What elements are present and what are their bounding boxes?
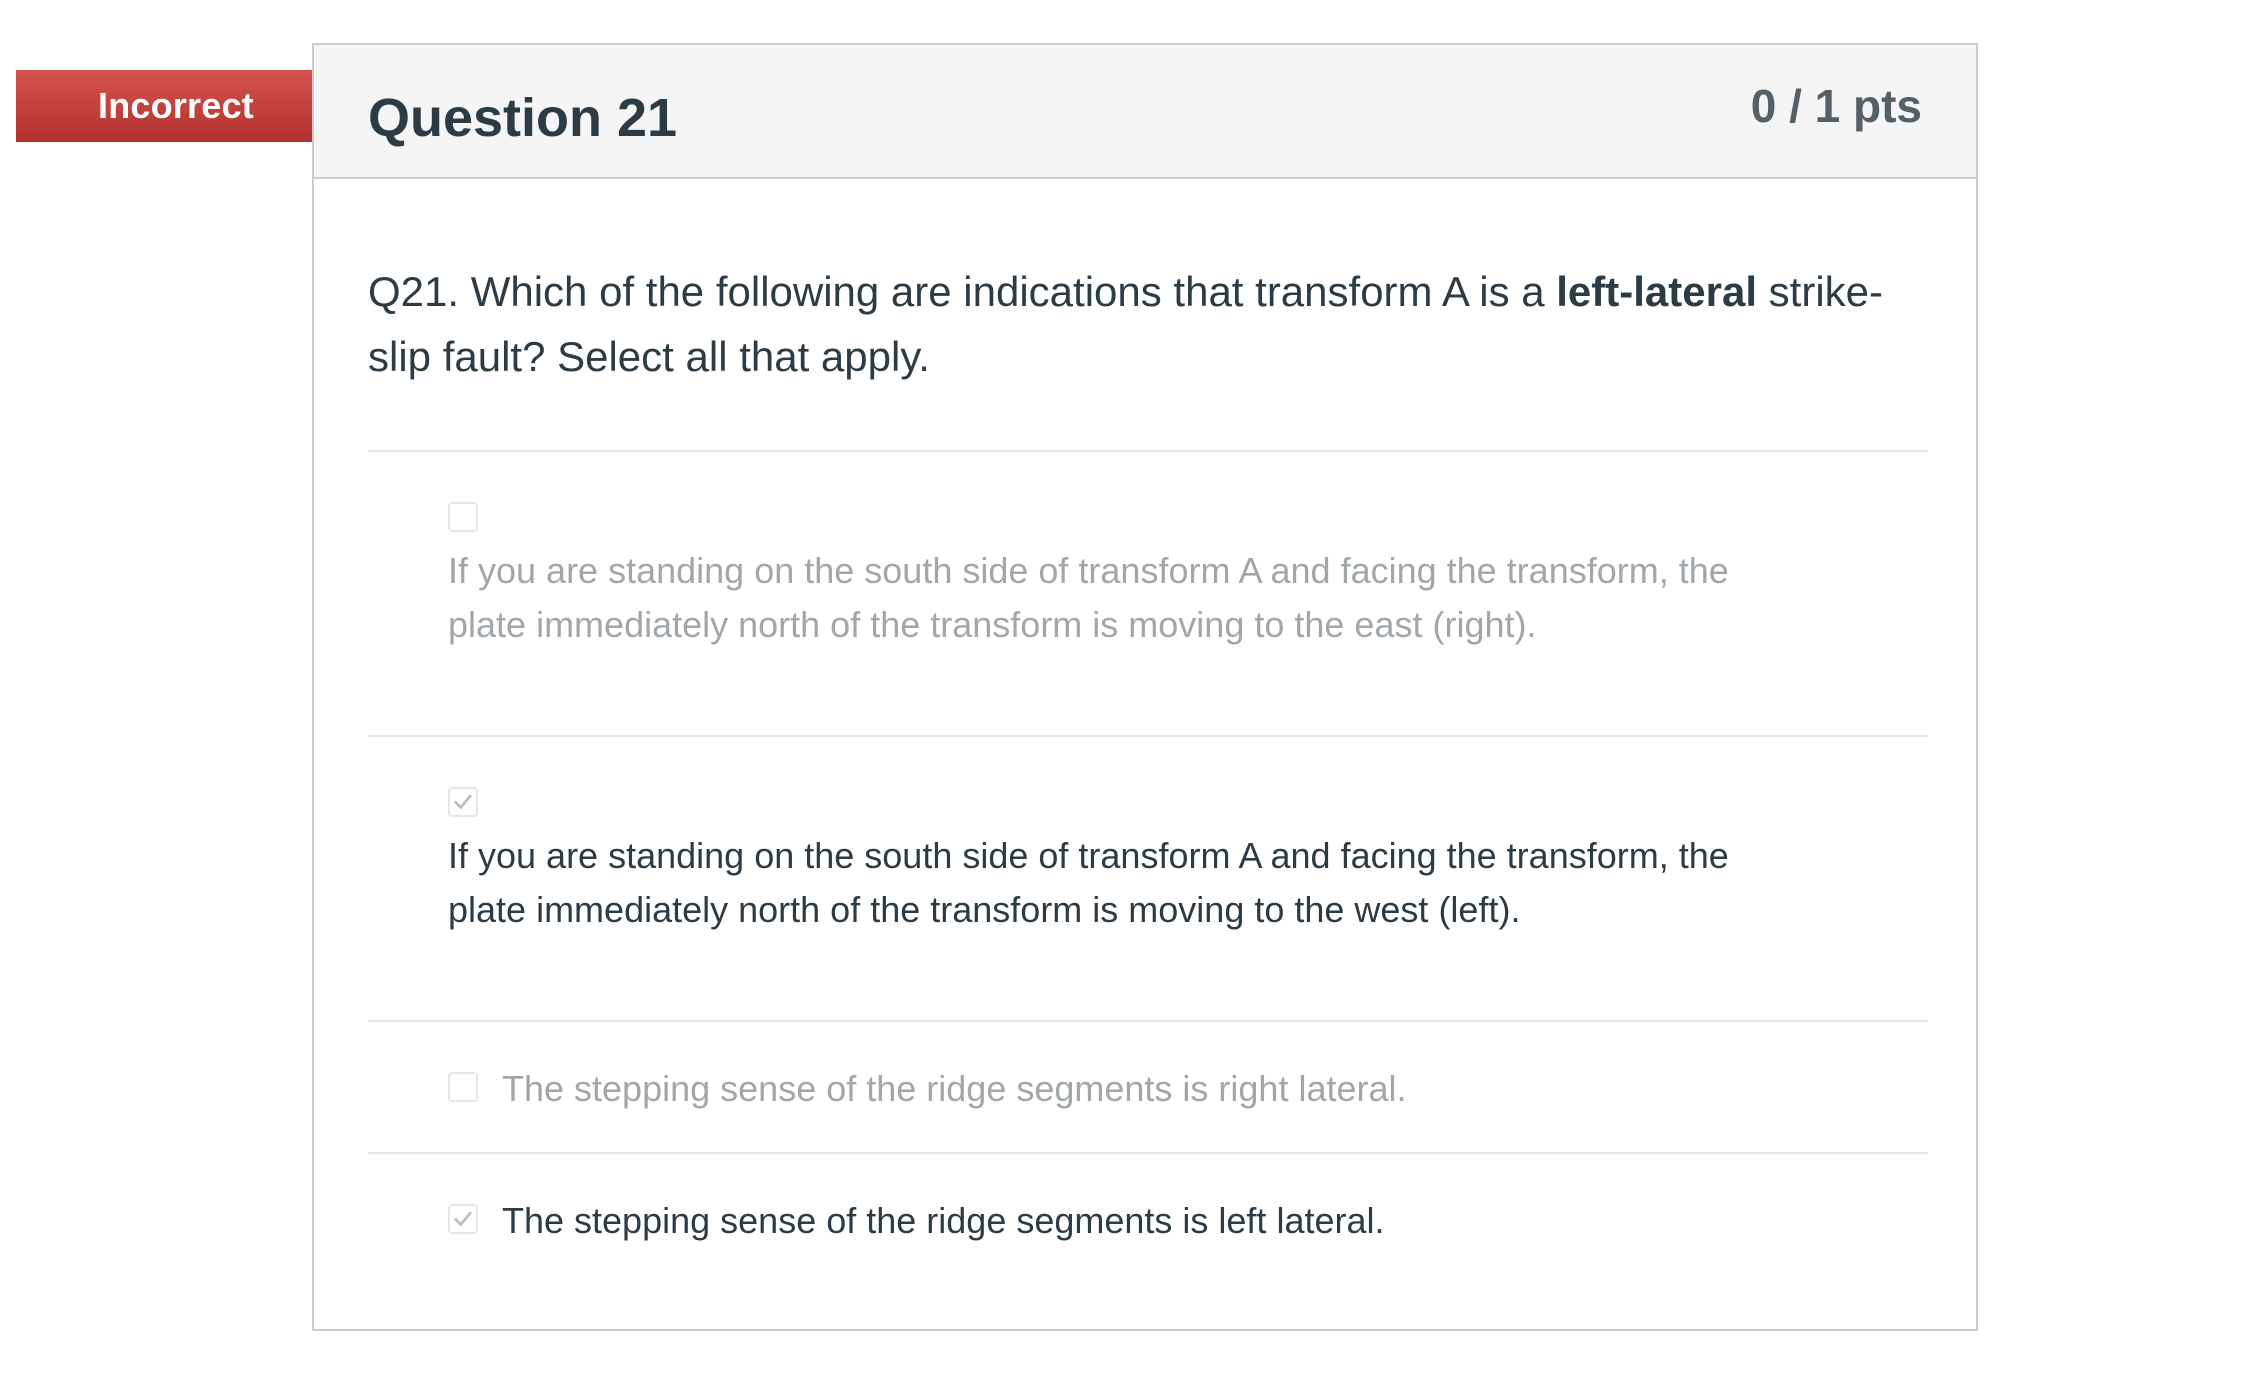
- answer-option-3[interactable]: The stepping sense of the ridge segments…: [368, 1020, 1928, 1152]
- answer-option-4[interactable]: The stepping sense of the ridge segments…: [368, 1152, 1928, 1302]
- question-header: Question 21 0 / 1 pts: [314, 45, 1976, 179]
- question-text-before: Q21. Which of the following are indicati…: [368, 268, 1557, 315]
- answer-checkbox[interactable]: [448, 1204, 478, 1234]
- question-points: 0 / 1 pts: [1750, 80, 1922, 132]
- question-title: Question 21: [368, 88, 678, 148]
- answer-text: The stepping sense of the ridge segments…: [502, 1200, 1385, 1241]
- question-card: Question 21 0 / 1 pts Q21. Which of the …: [312, 43, 1978, 1331]
- answer-checkbox[interactable]: [448, 787, 478, 817]
- answer-list: If you are standing on the south side of…: [368, 450, 1928, 1302]
- answer-checkbox[interactable]: [448, 1072, 478, 1102]
- check-icon: [454, 794, 472, 809]
- incorrect-badge-label: Incorrect: [98, 85, 254, 126]
- check-icon: [454, 1211, 472, 1226]
- question-text-bold: left-lateral: [1556, 268, 1757, 315]
- answer-option-1[interactable]: If you are standing on the south side of…: [368, 450, 1928, 735]
- question-text: Q21. Which of the following are indicati…: [368, 259, 1928, 389]
- answer-text: If you are standing on the south side of…: [448, 835, 1729, 930]
- quiz-page: Incorrect Question 21 0 / 1 pts Q21. Whi…: [0, 0, 2248, 1374]
- answer-text: The stepping sense of the ridge segments…: [502, 1068, 1407, 1109]
- answer-text: If you are standing on the south side of…: [448, 550, 1729, 645]
- answer-option-2[interactable]: If you are standing on the south side of…: [368, 735, 1928, 1020]
- answer-checkbox[interactable]: [448, 502, 478, 532]
- incorrect-badge: Incorrect: [16, 70, 354, 142]
